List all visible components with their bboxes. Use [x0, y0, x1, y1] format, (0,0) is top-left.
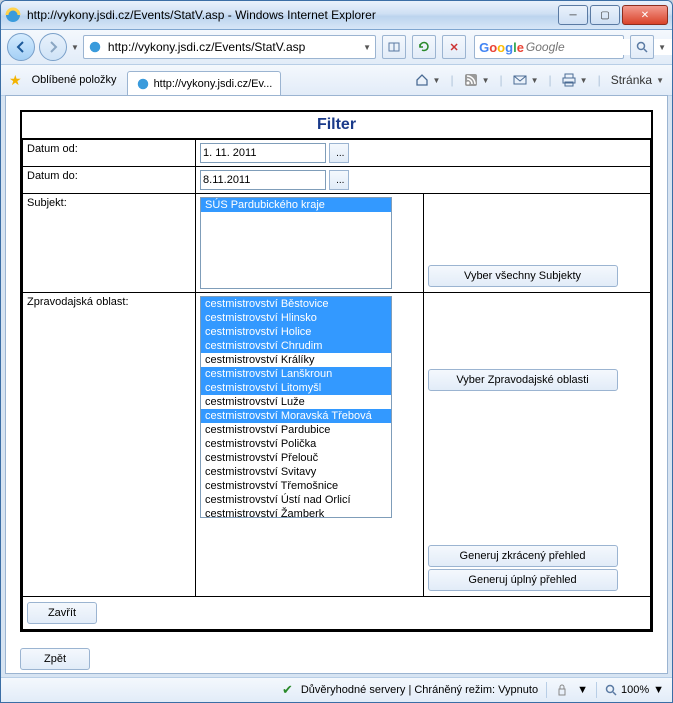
- feeds-icon[interactable]: [464, 73, 478, 87]
- favorites-label[interactable]: Oblíbené položky: [32, 74, 117, 86]
- search-box[interactable]: Google: [474, 35, 624, 59]
- checkmark-icon: ✔: [282, 682, 293, 698]
- zoom-icon[interactable]: [605, 684, 617, 696]
- filter-title: Filter: [22, 112, 651, 139]
- command-bar: ▼ | ▼ | ▼ | ▼ | Stránka ▼: [415, 73, 664, 87]
- filter-close-button[interactable]: Zavřít: [27, 602, 97, 624]
- security-zone-label: Důvěryhodné servery | Chráněný režim: Vy…: [301, 684, 538, 696]
- page-viewport: Filter Datum od: ... Datum do: ...: [5, 95, 668, 674]
- stop-button[interactable]: ✕: [442, 35, 466, 59]
- list-item[interactable]: cestmistrovství Lanškroun: [201, 367, 391, 381]
- feeds-dropdown-icon[interactable]: ▼: [482, 76, 490, 85]
- page-dropdown-icon[interactable]: ▼: [656, 76, 664, 85]
- area-label: Zpravodajská oblast:: [23, 293, 196, 597]
- home-icon[interactable]: [415, 73, 429, 87]
- favorites-star-icon[interactable]: ★: [9, 72, 22, 89]
- date-from-label: Datum od:: [23, 140, 196, 167]
- ie-window: http://vykony.jsdi.cz/Events/StatV.asp -…: [0, 0, 673, 703]
- generate-full-button[interactable]: Generuj úplný přehled: [428, 569, 618, 591]
- subject-listbox[interactable]: SÚS Pardubického kraje: [200, 197, 392, 289]
- back-button[interactable]: Zpět: [20, 648, 90, 670]
- page-menu[interactable]: Stránka: [611, 73, 652, 87]
- list-item[interactable]: cestmistrovství Hlinsko: [201, 311, 391, 325]
- tab-ie-icon: [136, 77, 150, 91]
- subject-label: Subjekt:: [23, 194, 196, 293]
- browser-tab[interactable]: http://vykony.jsdi.cz/Ev...: [127, 71, 282, 96]
- list-item[interactable]: cestmistrovství Žamberk: [201, 507, 391, 518]
- address-bar[interactable]: ▼: [83, 35, 376, 59]
- status-bar: ✔ Důvěryhodné servery | Chráněný režim: …: [1, 677, 672, 702]
- favorites-bar: ★ Oblíbené položky http://vykony.jsdi.cz…: [1, 65, 672, 96]
- nav-forward-button[interactable]: [39, 33, 67, 61]
- compat-view-button[interactable]: [382, 35, 406, 59]
- home-dropdown-icon[interactable]: ▼: [433, 76, 441, 85]
- ie-page-icon: [88, 40, 102, 54]
- search-dropdown-icon[interactable]: ▼: [658, 43, 666, 52]
- list-item[interactable]: cestmistrovství Ústí nad Orlicí: [201, 493, 391, 507]
- url-input[interactable]: [106, 39, 363, 55]
- minimize-button[interactable]: ─: [558, 5, 588, 25]
- close-button[interactable]: ✕: [622, 5, 668, 25]
- window-titlebar: http://vykony.jsdi.cz/Events/StatV.asp -…: [1, 1, 672, 30]
- nav-back-button[interactable]: [7, 33, 35, 61]
- zoom-level: 100%: [621, 684, 649, 696]
- nav-toolbar: ▼ ▼ ✕ Google ▼: [1, 30, 672, 65]
- area-listbox[interactable]: cestmistrovství Běstovicecestmistrovství…: [200, 296, 392, 518]
- date-to-picker-button[interactable]: ...: [329, 170, 349, 190]
- google-logo-icon: Google: [479, 40, 524, 55]
- mail-dropdown-icon[interactable]: ▼: [531, 76, 539, 85]
- mail-icon[interactable]: [513, 73, 527, 87]
- print-icon[interactable]: [562, 73, 576, 87]
- refresh-button[interactable]: [412, 35, 436, 59]
- list-item[interactable]: cestmistrovství Třemošnice: [201, 479, 391, 493]
- window-title: http://vykony.jsdi.cz/Events/StatV.asp -…: [27, 8, 558, 22]
- zoom-dropdown-icon[interactable]: ▼: [653, 684, 664, 696]
- nav-dropdown-icon[interactable]: ▼: [71, 43, 79, 52]
- date-to-label: Datum do:: [23, 167, 196, 194]
- list-item[interactable]: cestmistrovství Holice: [201, 325, 391, 339]
- list-item[interactable]: cestmistrovství Litomyšl: [201, 381, 391, 395]
- url-dropdown-icon[interactable]: ▼: [363, 43, 371, 52]
- generate-short-button[interactable]: Generuj zkrácený přehled: [428, 545, 618, 567]
- date-to-input[interactable]: [200, 170, 326, 190]
- list-item[interactable]: cestmistrovství Luže: [201, 395, 391, 409]
- date-from-picker-button[interactable]: ...: [329, 143, 349, 163]
- search-go-button[interactable]: [630, 35, 654, 59]
- list-item[interactable]: cestmistrovství Chrudim: [201, 339, 391, 353]
- list-item[interactable]: cestmistrovství Polička: [201, 437, 391, 451]
- select-all-subjects-button[interactable]: Vyber všechny Subjekty: [428, 265, 618, 287]
- list-item[interactable]: SÚS Pardubického kraje: [201, 198, 391, 212]
- ie-logo-icon: [5, 7, 21, 23]
- list-item[interactable]: cestmistrovství Pardubice: [201, 423, 391, 437]
- print-dropdown-icon[interactable]: ▼: [580, 76, 588, 85]
- list-item[interactable]: cestmistrovství Běstovice: [201, 297, 391, 311]
- date-from-input[interactable]: [200, 143, 326, 163]
- protected-mode-dropdown-icon[interactable]: ▼: [577, 684, 588, 696]
- select-areas-button[interactable]: Vyber Zpravodajské oblasti: [428, 369, 618, 391]
- list-item[interactable]: cestmistrovství Přelouč: [201, 451, 391, 465]
- tab-title: http://vykony.jsdi.cz/Ev...: [154, 78, 273, 90]
- list-item[interactable]: cestmistrovství Moravská Třebová: [201, 409, 391, 423]
- filter-panel: Filter Datum od: ... Datum do: ...: [20, 110, 653, 632]
- list-item[interactable]: cestmistrovství Svitavy: [201, 465, 391, 479]
- maximize-button[interactable]: ▢: [590, 5, 620, 25]
- list-item[interactable]: cestmistrovství Králíky: [201, 353, 391, 367]
- protected-mode-icon[interactable]: [555, 683, 569, 697]
